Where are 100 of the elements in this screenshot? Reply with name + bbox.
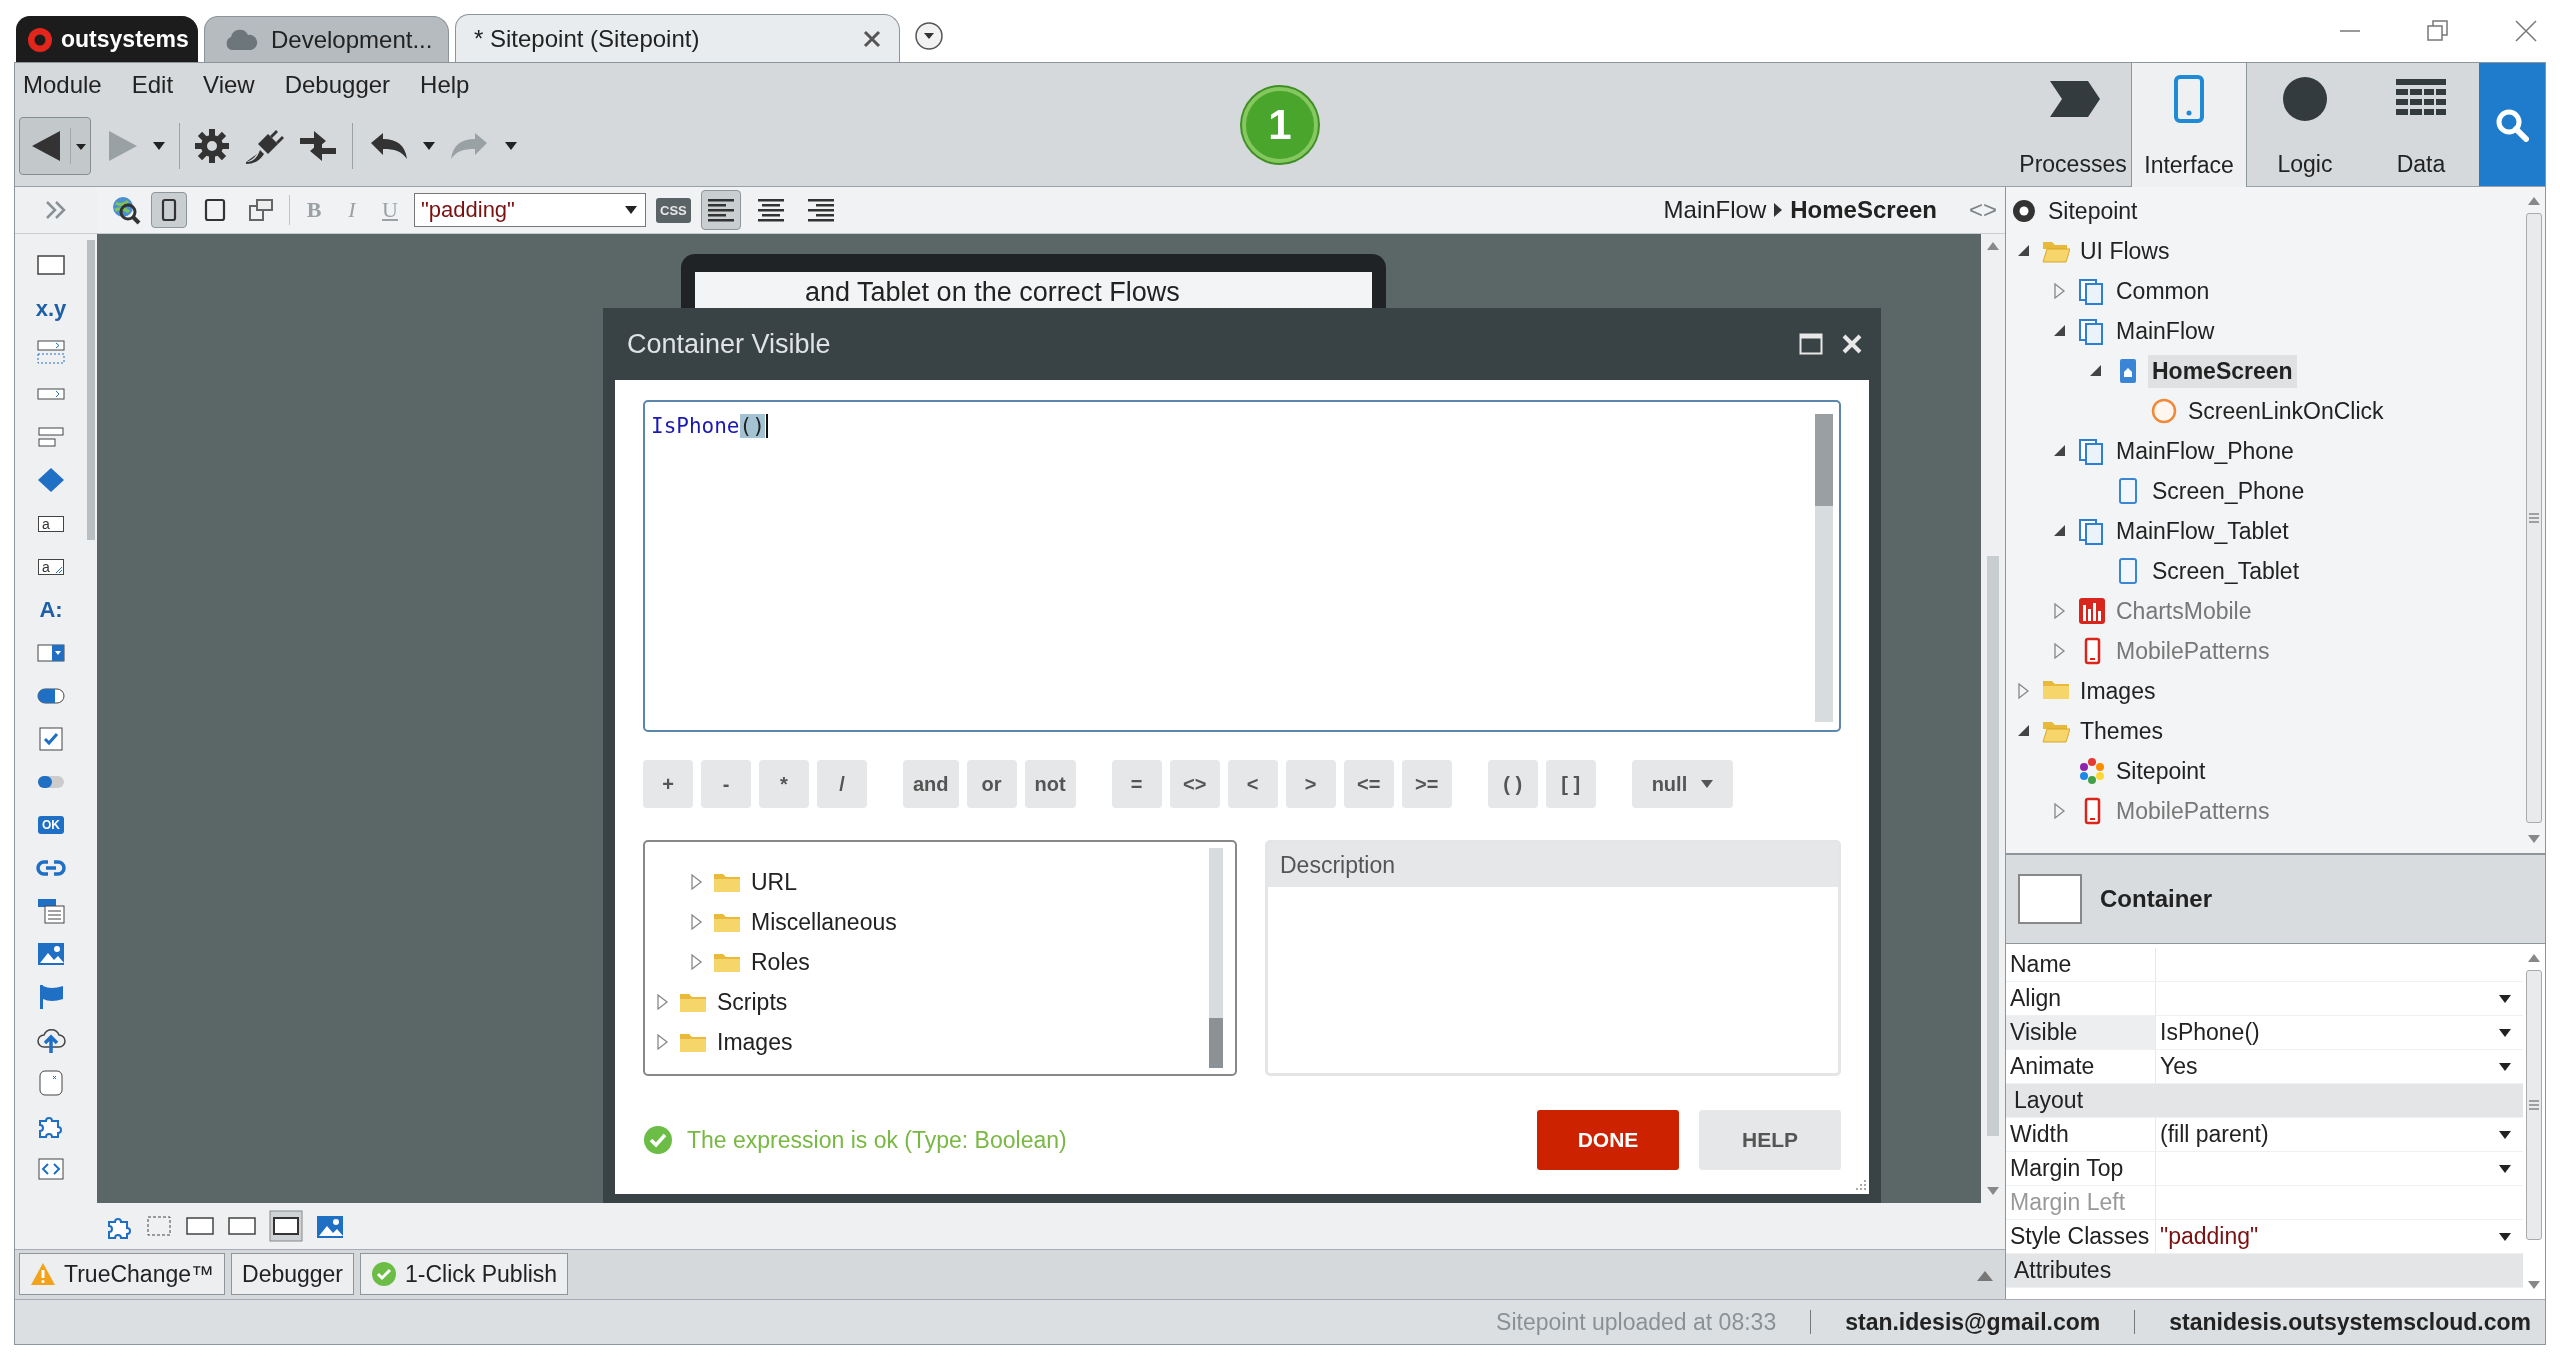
layer-tab[interactable]: Data [2363, 63, 2479, 186]
expand-arrow-icon[interactable] [2090, 363, 2102, 379]
expression-tool[interactable]: x.y [35, 295, 67, 322]
maximize-icon[interactable] [1799, 333, 1823, 355]
tree-item[interactable]: MainFlow [2112, 314, 2219, 348]
scroll-up-icon[interactable] [2528, 197, 2540, 205]
caret-icon[interactable] [505, 142, 517, 150]
tree-item[interactable]: URL [751, 868, 797, 896]
tree-item[interactable]: MobilePatterns [2112, 794, 2274, 828]
caret-icon[interactable] [2499, 1130, 2511, 1139]
tree-item[interactable]: Images [717, 1028, 793, 1056]
operator-button[interactable]: <= [1343, 760, 1394, 808]
close-icon[interactable] [2514, 19, 2538, 43]
operator-button[interactable]: > [1285, 760, 1336, 808]
label-tool[interactable]: A: [39, 596, 63, 623]
layer-tab[interactable]: Interface [2131, 63, 2247, 187]
resize-grip-icon[interactable] [1853, 1178, 1867, 1192]
settings-icon[interactable] [194, 128, 230, 164]
caret-icon[interactable] [625, 206, 637, 214]
document-tab[interactable]: * Sitepoint (Sitepoint) [455, 14, 900, 62]
scroll-up-icon[interactable] [1987, 242, 1999, 250]
menu-item[interactable]: Module [23, 71, 102, 99]
collapse-icon[interactable] [1977, 1271, 1993, 1281]
tree-item[interactable]: Sitepoint [2044, 194, 2142, 228]
close-icon[interactable] [863, 29, 881, 48]
menu-item[interactable]: Edit [131, 71, 174, 99]
operator-button[interactable]: = [1111, 760, 1162, 808]
tree-item[interactable]: Miscellaneous [751, 908, 897, 936]
tree-item[interactable]: Scripts [717, 988, 788, 1016]
scroll-up-icon[interactable] [2528, 954, 2540, 962]
textarea-tool[interactable]: a [38, 558, 64, 575]
caret-icon[interactable] [1701, 780, 1714, 788]
null-dropdown[interactable]: null [1631, 760, 1734, 808]
caret-icon[interactable] [2499, 1062, 2511, 1071]
tree-item[interactable]: Roles [751, 948, 810, 976]
expand-arrow-icon[interactable] [2018, 723, 2030, 739]
tree-item[interactable]: Images [2076, 674, 2160, 708]
caret-icon[interactable] [423, 142, 435, 150]
dropdown-icon[interactable] [914, 21, 944, 51]
scrollbar-thumb[interactable] [1987, 556, 1999, 1136]
tree-item[interactable]: Screen_Phone [2148, 474, 2309, 508]
caret-icon[interactable] [2499, 1164, 2511, 1173]
breadcrumb-link[interactable]: MainFlow [1663, 196, 1767, 224]
operator-button[interactable]: / [817, 760, 867, 808]
operator-button[interactable]: < [1227, 760, 1278, 808]
search-button[interactable] [2479, 63, 2545, 186]
tree-item[interactable]: ChartsMobile [2112, 594, 2256, 628]
menu-item[interactable]: Debugger [284, 71, 391, 99]
scrollbar-thumb[interactable] [2526, 970, 2542, 1240]
align-icon[interactable] [700, 190, 741, 230]
tree-item[interactable]: ScreenLinkOnClick [2184, 394, 2388, 428]
operator-button[interactable]: <> [1169, 760, 1220, 808]
tree-item[interactable]: Screen_Tablet [2148, 554, 2304, 588]
expression-editor[interactable]: IsPhone() [643, 400, 1841, 732]
scrollbar-thumb[interactable] [1815, 414, 1833, 506]
panel-tab[interactable]: 1-Click Publish [360, 1253, 569, 1295]
operator-button[interactable]: * [759, 760, 809, 808]
style-field[interactable]: "padding" [414, 193, 646, 227]
menu-item[interactable]: Help [420, 71, 470, 99]
help-button[interactable]: HELP [1699, 1110, 1841, 1170]
operator-button[interactable]: [ ] [1545, 760, 1596, 808]
plug-icon[interactable] [244, 128, 284, 164]
back-button[interactable] [19, 117, 91, 175]
document-tab[interactable]: Development... [204, 16, 449, 62]
operator-button[interactable]: >= [1401, 760, 1452, 808]
tree-item[interactable]: MobilePatterns [2112, 634, 2274, 668]
restore-icon[interactable] [2426, 19, 2450, 43]
operator-button[interactable]: or [966, 760, 1017, 808]
scroll-down-icon[interactable] [2528, 1281, 2540, 1289]
expand-icon[interactable] [45, 200, 67, 220]
scrollbar-thumb[interactable] [87, 240, 95, 540]
layer-tab[interactable]: Processes [2015, 63, 2131, 186]
tree-item[interactable]: HomeScreen [2148, 354, 2297, 388]
expand-arrow-icon[interactable] [2054, 523, 2066, 539]
scrollbar-thumb[interactable] [1209, 1018, 1223, 1068]
popup-icon[interactable] [36, 1067, 66, 1098]
done-button[interactable]: DONE [1537, 1110, 1679, 1170]
tree-item[interactable]: Themes [2076, 714, 2168, 748]
scrollbar-thumb[interactable] [2526, 213, 2542, 823]
panel-tab[interactable]: TrueChange™ [19, 1253, 225, 1295]
layer-tab[interactable]: Logic [2247, 63, 2363, 186]
logo-tab[interactable]: outsystems [16, 16, 198, 62]
operator-button[interactable]: not [1024, 760, 1076, 808]
tree-item[interactable]: MainFlow_Phone [2112, 434, 2298, 468]
transfer-icon[interactable] [298, 128, 338, 164]
expand-arrow-icon[interactable] [2054, 323, 2066, 339]
caret-icon[interactable] [2499, 1232, 2511, 1241]
button-tool[interactable]: OK [38, 815, 64, 834]
scroll-down-icon[interactable] [2528, 835, 2540, 843]
panel-tab[interactable]: Debugger [231, 1253, 355, 1295]
caret-icon[interactable] [2499, 994, 2511, 1003]
operator-button[interactable]: ( ) [1487, 760, 1538, 808]
caret-icon[interactable] [153, 142, 165, 150]
tree-item[interactable]: MainFlow_Tablet [2112, 514, 2293, 548]
menu-item[interactable]: View [203, 71, 255, 99]
css-button[interactable]: CSS [656, 197, 691, 223]
operator-button[interactable]: - [701, 760, 751, 808]
scroll-down-icon[interactable] [1987, 1187, 1999, 1195]
tree-item[interactable]: UI Flows [2076, 234, 2174, 268]
tree-item[interactable]: Sitepoint [2112, 754, 2210, 788]
